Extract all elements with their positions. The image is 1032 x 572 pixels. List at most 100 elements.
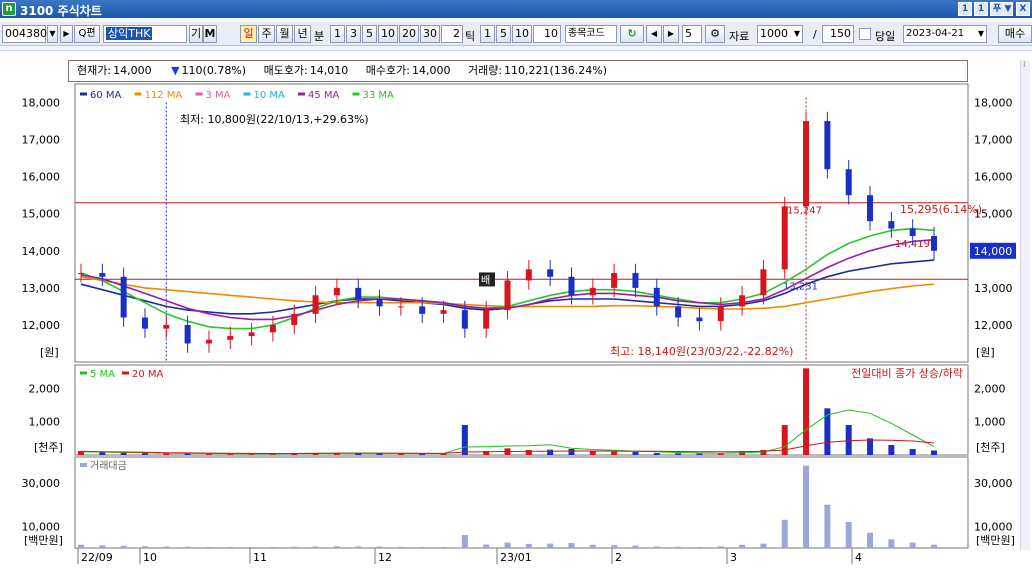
period-week-tab[interactable]: 주 bbox=[258, 25, 275, 43]
volume-bar bbox=[461, 425, 468, 455]
high-annotation: 최고: 18,140원(23/03/22,-22.82%) bbox=[610, 345, 793, 358]
amount-bar bbox=[120, 545, 127, 548]
amount-bar bbox=[78, 544, 84, 548]
minute-3-button[interactable]: 3 bbox=[346, 25, 361, 43]
gi-button[interactable]: 기 bbox=[189, 25, 203, 43]
volume-ytick-left: 1,000 bbox=[29, 416, 61, 429]
price-ytick-right: 17,000 bbox=[974, 134, 1013, 147]
minute-count-input[interactable]: 2 bbox=[441, 25, 463, 43]
step-input[interactable]: 5 bbox=[682, 25, 702, 43]
date-select[interactable]: 2023-04-21 ▼ bbox=[903, 25, 987, 43]
period-month-tab[interactable]: 월 bbox=[276, 25, 293, 43]
candle-body bbox=[248, 332, 255, 337]
vertical-scrollbar[interactable]: ⁝ bbox=[1020, 60, 1030, 550]
amount-bar bbox=[653, 546, 660, 548]
stock-code-select[interactable]: 종목코드 bbox=[565, 25, 617, 43]
amount-bar bbox=[675, 546, 682, 548]
today-label: 당일 bbox=[875, 30, 896, 43]
tick-1-button[interactable]: 1 bbox=[480, 25, 495, 43]
minute-30-button[interactable]: 30 bbox=[420, 25, 440, 43]
candle-body bbox=[333, 287, 340, 296]
xaxis-label: 11 bbox=[253, 551, 267, 564]
candle-body bbox=[120, 276, 127, 318]
minute-10-button[interactable]: 10 bbox=[378, 25, 398, 43]
today-checkbox[interactable] bbox=[859, 28, 871, 40]
prev-button[interactable]: ◀ bbox=[646, 25, 662, 43]
next-button[interactable]: ▶ bbox=[663, 25, 679, 43]
ma-legend-label-5: 33 MA bbox=[363, 90, 395, 101]
view-count-input[interactable]: 150 bbox=[822, 25, 854, 43]
candle-body bbox=[611, 273, 618, 288]
amount-bar bbox=[611, 545, 618, 548]
mid-label-1: 15,247 bbox=[787, 206, 822, 217]
settings-icon[interactable]: ⚙ bbox=[705, 25, 725, 43]
minute-1-button[interactable]: 1 bbox=[330, 25, 345, 43]
bid-price: 14,000 bbox=[411, 64, 451, 77]
price-ytick-right: 16,000 bbox=[974, 171, 1013, 184]
toolbar: 004380 ▼ ▶ Q편 상익THK 기 M 일 주 월 년 분 1 3 5 … bbox=[0, 22, 1032, 46]
stock-code-input[interactable]: 004380 bbox=[2, 25, 47, 43]
xaxis-label: 22/09 bbox=[81, 551, 113, 564]
amount-ytick-left: 30,000 bbox=[22, 477, 61, 490]
ma-legend-label-1: 112 MA bbox=[145, 90, 183, 101]
stock-name-field[interactable]: 상익THK bbox=[103, 25, 187, 43]
volume-bar bbox=[867, 438, 874, 455]
minute-label: 분 bbox=[314, 30, 325, 43]
candle-body bbox=[568, 276, 575, 296]
amount-bar bbox=[717, 546, 724, 548]
volume-ytick-right: 1,000 bbox=[974, 416, 1006, 429]
window-dropdown-button[interactable]: ▼ bbox=[1003, 2, 1013, 16]
volume-ytick-left: 2,000 bbox=[29, 382, 61, 395]
window-tile-button[interactable]: 1 bbox=[974, 2, 988, 16]
volume-value: 110,221(136.24%) bbox=[504, 64, 608, 77]
amount-bar bbox=[184, 546, 191, 548]
ask-price: 14,010 bbox=[309, 64, 349, 77]
candle-body bbox=[845, 169, 852, 196]
marker-label: 배 bbox=[481, 274, 490, 286]
volume-bar bbox=[845, 425, 852, 455]
search-button[interactable]: Q편 bbox=[74, 25, 100, 43]
minute-5-button[interactable]: 5 bbox=[362, 25, 377, 43]
minute-20-button[interactable]: 20 bbox=[399, 25, 419, 43]
candle-body bbox=[99, 273, 106, 277]
amount-bar bbox=[397, 546, 404, 548]
data-count-select[interactable]: 1000 ▼ bbox=[757, 25, 803, 43]
amount-bar bbox=[248, 547, 255, 548]
tick-count-input[interactable]: 10 bbox=[533, 25, 561, 43]
period-day-tab[interactable]: 일 bbox=[240, 25, 257, 43]
candle-body bbox=[909, 228, 916, 236]
buy-button[interactable]: 매수 bbox=[998, 25, 1032, 43]
xaxis-label: 23/01 bbox=[500, 551, 532, 564]
volume-bar bbox=[568, 449, 575, 455]
stock-chart[interactable]: 18,000 18,000 17,000 17,000 16,000 16,000 15,0… bbox=[0, 82, 1032, 572]
bid-label: 매수호가: bbox=[365, 64, 410, 77]
amount-bar bbox=[803, 465, 810, 548]
amount-bar bbox=[547, 543, 554, 548]
candle-body bbox=[739, 295, 746, 307]
date-value: 2023-04-21 bbox=[906, 28, 965, 39]
refresh-icon[interactable]: ↻ bbox=[620, 25, 644, 43]
amount-bar bbox=[525, 543, 532, 548]
window-restore-button[interactable]: 1 bbox=[958, 2, 972, 16]
candle-body bbox=[824, 121, 831, 170]
window-close-button[interactable]: X bbox=[1016, 2, 1030, 16]
volume-label: 거래량: bbox=[467, 64, 503, 77]
tick-10-button[interactable]: 10 bbox=[512, 25, 532, 43]
code-dropdown-button[interactable]: ▼ bbox=[47, 25, 58, 43]
xaxis-label: 12 bbox=[378, 551, 392, 564]
m-button[interactable]: M bbox=[203, 25, 217, 43]
candle-body bbox=[675, 306, 682, 318]
xaxis-label: 10 bbox=[143, 551, 157, 564]
candle-body bbox=[547, 269, 554, 277]
tick-5-button[interactable]: 5 bbox=[496, 25, 511, 43]
ma-legend-label-4: 45 MA bbox=[308, 90, 340, 101]
data-label: 자료 bbox=[729, 30, 750, 43]
window-pin-button[interactable]: 푸 bbox=[990, 2, 1004, 16]
period-year-tab[interactable]: 년 bbox=[294, 25, 311, 43]
volume-bar bbox=[547, 449, 554, 455]
next-stock-button[interactable]: ▶ bbox=[60, 25, 73, 43]
amount-bar bbox=[781, 519, 788, 548]
volume-legend-label-1: 20 MA bbox=[132, 369, 164, 380]
candle-body bbox=[760, 269, 767, 296]
candle-body bbox=[781, 206, 788, 270]
